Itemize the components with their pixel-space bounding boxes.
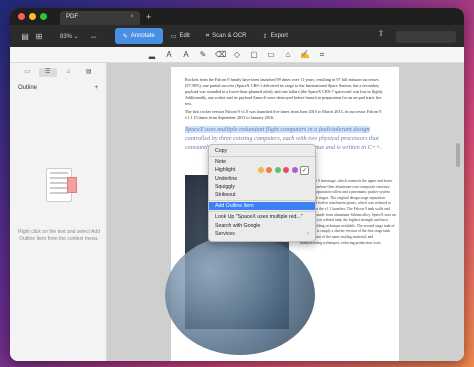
export-label: Export [270,33,288,39]
pen-icon: ✎ [122,33,128,40]
outline-tab-icon[interactable]: ☰ [38,68,57,77]
submenu-chevron-icon: › [307,230,309,237]
window-controls [18,13,47,20]
menu-item-search-google[interactable]: Search with Google [209,222,315,230]
annotation-toolbar: ▂ A A ✎ ⌫ ◇ ▢ ▭ ⌂ ✍ ⌗ [10,47,464,63]
minimize-window-button[interactable] [29,13,36,20]
menu-item-services[interactable]: Services › [209,230,315,238]
export-icon: ⇪ [262,33,268,40]
edit-icon: ▭ [170,33,177,40]
sidebar: ▭ ☰ ⌂ ▤ Outline + Right click on the tex… [10,63,107,361]
menu-item-underline[interactable]: Underline [209,175,315,183]
sidebar-toggle-icon[interactable]: ▤ [18,32,32,41]
sidebar-tabs: ▭ ☰ ⌂ ▤ [10,63,106,82]
color-swatch-pink[interactable] [283,167,289,174]
comment-tool-icon[interactable]: ▭ [266,50,276,59]
annotations-tab-icon[interactable]: ▤ [80,68,99,77]
annotate-mode-button[interactable]: ✎ Annotate [114,28,163,44]
paragraph-1: Rockets from the Falcon 9 family have be… [185,77,384,106]
context-menu: Copy Note Highlight ✓ Underline Squiggly… [208,144,316,242]
document-tab[interactable]: PDF × [60,11,140,25]
color-swatch-purple[interactable] [291,167,298,174]
empty-outline-hint: Right click on the text and select Add O… [18,229,100,242]
text-tool-icon[interactable]: A [164,50,174,59]
shapes-tool-icon[interactable]: ▢ [249,50,259,59]
menu-item-highlight[interactable]: Highlight ✓ [209,165,315,175]
signature-tool-icon[interactable]: ✍ [300,50,310,59]
edit-mode-button[interactable]: ▭ Edit [163,28,198,44]
scan-ocr-mode-button[interactable]: ⌗ Scan & OCR [198,28,255,44]
empty-outline-illustration [46,168,77,202]
view-grid-icon[interactable]: ⊞ [32,32,46,41]
outline-title: Outline [18,85,38,91]
selection[interactable]: SpaceX uses multiple redundant flight co… [185,126,370,133]
scan-label: Scan & OCR [212,33,247,39]
share-icon[interactable]: ⇧ [374,29,388,43]
zoom-window-button[interactable] [40,13,47,20]
thumbnails-tab-icon[interactable]: ▭ [18,68,37,77]
menu-item-copy[interactable]: Copy [209,147,315,155]
highlight-colors: ✓ [257,165,309,175]
menu-item-strikeout[interactable]: Strikeout [209,191,315,199]
close-window-button[interactable] [18,13,25,20]
menu-item-lookup[interactable]: Look Up "SpaceX uses multiple red..." [209,213,315,221]
zoom-dropdown[interactable]: 83% ⌄ [60,33,79,40]
check-icon[interactable]: ✓ [300,165,309,175]
pencil-tool-icon[interactable]: ✎ [198,50,208,59]
highlight-tool-icon[interactable]: ▂ [147,50,157,59]
edit-label: Edit [179,33,190,39]
toolbar-right: ⇧ [374,29,456,43]
add-outline-button[interactable]: + [94,85,98,91]
export-mode-button[interactable]: ⇪ Export [255,28,296,44]
menu-item-squiggly[interactable]: Squiggly [209,183,315,191]
menu-item-add-outline[interactable]: Add Outline Item [209,202,315,211]
eraser-tool-icon[interactable]: ⌫ [215,50,226,59]
stamp-tool-icon[interactable]: ⌂ [283,50,293,59]
text-size-icon[interactable]: A [181,50,191,59]
new-tab-button[interactable]: + [146,12,151,22]
color-swatch-green[interactable] [274,167,281,174]
color-swatch-red[interactable] [266,167,272,174]
scan-icon: ⌗ [205,32,210,39]
main-toolbar: ▤ ⊞ 83% ⌄ ⇔ ✎ Annotate ▭ Edit ⌗ Scan & O… [10,25,464,47]
search-input[interactable] [396,31,456,43]
bookmarks-tab-icon[interactable]: ⌂ [59,68,78,77]
tab-close-icon[interactable]: × [130,14,134,22]
crop-tool-icon[interactable]: ⌗ [317,50,327,60]
paragraph-2: The first rocket version Falcon 9 v1.0 w… [185,109,382,120]
color-swatch-orange[interactable] [257,167,264,174]
tab-title: PDF [66,14,78,20]
app-window: PDF × + ▤ ⊞ 83% ⌄ ⇔ ✎ Annotate ▭ Edit ⌗ … [10,8,464,361]
shape-tool-icon[interactable]: ◇ [232,50,242,59]
fit-width-icon[interactable]: ⇔ [87,32,101,41]
annotate-label: Annotate [130,33,155,39]
title-bar: PDF × + [10,8,464,25]
vertical-scrollbar[interactable] [456,143,460,167]
outline-header: Outline + [10,82,106,94]
